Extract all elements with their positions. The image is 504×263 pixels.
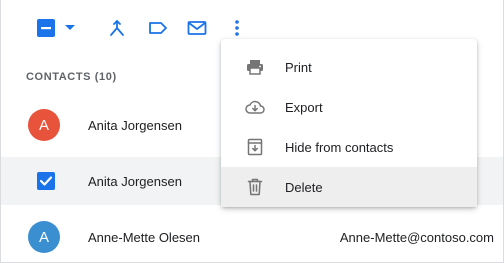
- contact-email[interactable]: Anne-Mette@contoso.com: [340, 230, 494, 245]
- contact-row[interactable]: A Anne-Mette Olesen Anne-Mette@contoso.c…: [1, 213, 503, 261]
- print-icon: [245, 57, 265, 77]
- menu-item-delete[interactable]: Delete: [221, 167, 477, 207]
- menu-item-label: Delete: [285, 179, 323, 195]
- menu-item-label: Print: [285, 59, 312, 75]
- menu-item-label: Hide from contacts: [285, 139, 394, 155]
- more-vert-icon[interactable]: [225, 14, 249, 42]
- menu-item-label: Export: [285, 99, 323, 115]
- contact-name: Anita Jorgensen: [88, 117, 182, 133]
- dropdown-arrow-icon[interactable]: [58, 14, 82, 42]
- label-icon[interactable]: [146, 14, 170, 42]
- avatar: A: [28, 109, 60, 141]
- contact-name: Anita Jorgensen: [88, 173, 182, 189]
- contact-name: Anne-Mette Olesen: [88, 229, 201, 245]
- avatar: A: [28, 221, 60, 253]
- archive-icon: [245, 137, 265, 157]
- email-icon[interactable]: [185, 14, 209, 42]
- menu-item-export[interactable]: Export: [221, 87, 477, 127]
- row-checkbox-checked-icon[interactable]: [37, 172, 55, 190]
- select-all-checkbox-icon[interactable]: [34, 14, 58, 42]
- merge-icon[interactable]: [105, 14, 129, 42]
- trash-icon: [245, 177, 265, 197]
- menu-item-print[interactable]: Print: [221, 47, 477, 87]
- menu-item-hide-from-contacts[interactable]: Hide from contacts: [221, 127, 477, 167]
- cloud-download-icon: [245, 97, 265, 117]
- more-actions-menu: Print Export Hide from contacts Delete: [221, 39, 477, 207]
- contacts-section-title: CONTACTS (10): [26, 71, 117, 83]
